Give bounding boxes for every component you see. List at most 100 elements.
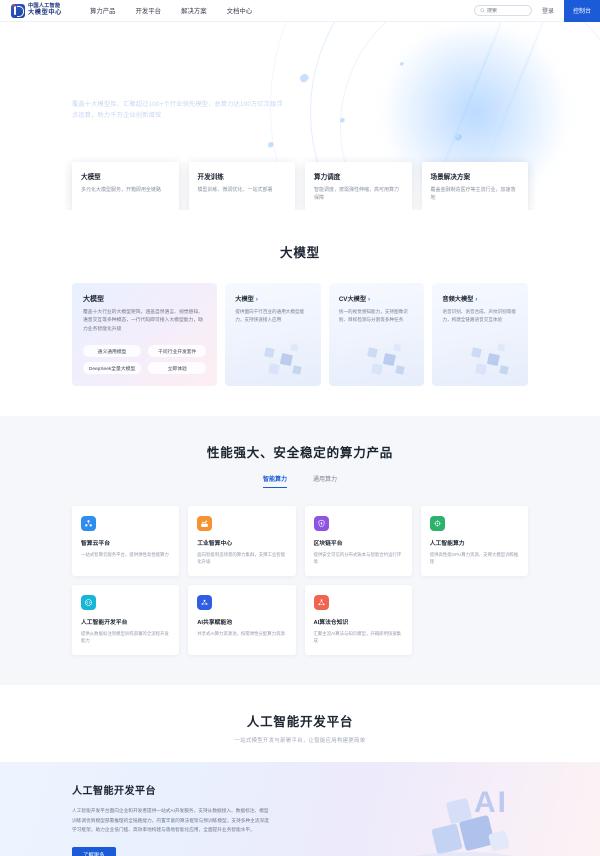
hero-card-title: 场景解决方案	[430, 174, 471, 181]
hero-title: 人工智能大模型中心	[72, 65, 254, 86]
product-card-6[interactable]: AI算法仓知识 汇聚主流AI算法与知识模型，开箱即用快速集成	[304, 585, 412, 656]
product-title: 人工智能开发平台	[81, 620, 128, 627]
hero-card-0[interactable]: 大模型 多元化大模型服务，开箱即用全链路	[72, 162, 179, 210]
hero-card-desc: 多元化大模型服务，开箱即用全链路	[81, 187, 162, 193]
logo-mark-icon	[11, 3, 25, 18]
product-title: 人工智能算力	[429, 541, 465, 548]
ai-chip-icon	[429, 516, 445, 532]
product-title: AI算法仓知识	[313, 620, 349, 627]
tab-general-compute[interactable]: 通用算力	[313, 474, 337, 488]
product-title: 工业智算中心	[197, 541, 233, 548]
devplatform-panel-desc: 人工智能开发平台面向企业和开发者提供一站式AI开发服务，支持从数据接入、数据标注…	[72, 808, 269, 832]
product-grid: 智算云平台 一站式智算云服务平台，提供弹性高性能算力 工业智算中心 面向智能制造…	[72, 506, 528, 656]
model-card-desc: 语音识别、语音合成、声纹识别等能力，构建全链路语音交互体验	[442, 309, 516, 323]
model-card-title: 音频大模型 ›	[442, 296, 478, 303]
hero-card-1[interactable]: 开发训练 模型训练、微调优化、一站式部署	[188, 162, 295, 210]
hero-card-title: 开发训练	[197, 174, 224, 181]
cube-illustration-icon	[367, 343, 405, 375]
models-section-title: 大模型	[280, 246, 320, 260]
devplatform-subtitle: 一站式模型开发与部署平台，让智能应用构建更简单	[234, 738, 366, 745]
hero-subtitle: 覆盖十大模型库、汇聚超过100+个行业领先模型，总算力达100万亿次级浮点运算，…	[72, 101, 283, 120]
model-card-desc: 提供面向千行百业的通用大模型能力，支持快速接入应用	[235, 309, 305, 323]
cube-illustration-icon	[264, 343, 302, 375]
devplatform-section: 人工智能开发平台 一站式模型开发与部署平台，让智能应用构建更简单 AI 人工智能…	[0, 685, 600, 856]
chevron-right-icon: ›	[368, 296, 371, 303]
hero-card-list: 大模型 多元化大模型服务，开箱即用全链路 开发训练 模型训练、微调优化、一站式部…	[72, 162, 528, 210]
logo[interactable]: 中国人工智能 大模型中心	[0, 3, 62, 18]
product-desc: 提供安全可信的分布式账本与智能合约运行环境	[313, 552, 402, 565]
model-pill-3[interactable]: 立即体验	[148, 362, 207, 375]
logo-text: 中国人工智能 大模型中心	[28, 4, 62, 16]
models-grid: 大模型 覆盖十大行业的大模型矩阵，涵盖自然语言、视觉感知、语音交互等多种模态，一…	[72, 283, 528, 387]
product-desc: 汇聚主流AI算法与知识模型，开箱即用快速集成	[313, 631, 402, 644]
shield-chain-icon	[313, 516, 329, 532]
hero-bubble-5	[455, 134, 462, 141]
models-section: 大模型 大模型 覆盖十大行业的大模型矩阵，涵盖自然语言、视觉感知、语音交互等多种…	[0, 210, 600, 387]
logo-line-2: 大模型中心	[28, 8, 62, 16]
chevron-right-icon: ›	[255, 296, 258, 303]
compute-section: 性能强大、安全稳定的算力产品 智能算力 通用算力 智算云平台 一站式智算云服务平…	[0, 416, 600, 686]
nav-item-2[interactable]: 解决方案	[181, 6, 207, 15]
hero-card-desc: 模型训练、微调优化、一站式部署	[197, 187, 273, 193]
product-title: AI共享赋能池	[197, 620, 233, 627]
hero-card-2[interactable]: 算力调度 智能调度，按需弹性伸缩，高可用算力保障	[305, 162, 412, 210]
main-nav: 算力产品 开发平台 解决方案 文档中心	[90, 6, 252, 15]
model-card-title: CV大模型 ›	[338, 296, 371, 303]
product-card-3[interactable]: 人工智能算力 提供高性能GPU算力资源，支撑大模型训练推理	[420, 506, 528, 577]
tab-smart-compute[interactable]: 智能算力	[262, 474, 287, 489]
algorithm-icon	[313, 595, 329, 611]
model-pill-1[interactable]: 千问行业开发套件	[148, 345, 207, 358]
product-card-4[interactable]: 人工智能开发平台 提供从数据标注到模型训练部署的全流程开发能力	[72, 585, 180, 656]
devplatform-body: 人工智能开发平台 人工智能开发平台面向企业和开发者提供一站式AI开发服务，支持从…	[0, 762, 270, 856]
login-link[interactable]: 登录	[542, 6, 554, 15]
nav-item-1[interactable]: 开发平台	[136, 6, 162, 15]
product-card-1[interactable]: 工业智算中心 面向智能制造场景的算力集群，支撑工业智能化升级	[188, 506, 296, 577]
model-main-title: 大模型	[83, 296, 104, 303]
factory-robot-icon	[197, 516, 213, 532]
share-node-icon	[197, 595, 213, 611]
devplatform-panel-title: 人工智能开发平台	[72, 786, 156, 798]
logo-dot-icon	[12, 4, 15, 7]
compute-section-title: 性能强大、安全稳定的算力产品	[206, 446, 394, 461]
learn-more-button[interactable]: 了解更多	[72, 846, 116, 856]
hero-card-desc: 智能调度，按需弹性伸缩，高可用算力保障	[314, 187, 400, 201]
hero-card-title: 大模型	[81, 174, 101, 181]
product-desc: 面向智能制造场景的算力集群，支撑工业智能化升级	[197, 552, 286, 565]
search-box[interactable]	[473, 5, 532, 16]
product-title: 智算云平台	[81, 541, 110, 548]
hero-banner: 人工智能大模型中心 覆盖十大模型库、汇聚超过100+个行业领先模型，总算力达10…	[0, 22, 600, 210]
hero-card-3[interactable]: 场景解决方案 覆盖金融制造医疗等主流行业，加速落地	[421, 162, 528, 210]
product-card-5[interactable]: AI共享赋能池 共享式AI算力资源池，按需弹性分配算力资源	[188, 585, 296, 656]
model-pill-2[interactable]: DeepSeek全量大模型	[83, 362, 142, 375]
model-card-2[interactable]: 音频大模型 › 语音识别、语音合成、声纹识别等能力，构建全链路语音交互体验	[432, 283, 528, 387]
console-button[interactable]: 控制台	[563, 0, 600, 22]
model-pill-list: 通义通用模型 千问行业开发套件 DeepSeek全量大模型 立即体验	[83, 345, 207, 375]
page-root: 中国人工智能 大模型中心 算力产品 开发平台 解决方案 文档中心 登录 控制台	[0, 0, 600, 856]
cube-illustration-icon	[471, 343, 509, 375]
product-desc: 提供从数据标注到模型训练部署的全流程开发能力	[81, 631, 169, 644]
model-card-1[interactable]: CV大模型 › 统一的视觉感知能力，支持图像识别、目标检测与分割等多种任务	[328, 283, 425, 387]
ai-cube-illustration-icon	[417, 798, 511, 856]
search-input[interactable]	[486, 7, 526, 14]
model-card-title: 大模型 ›	[235, 296, 258, 303]
header-actions: 登录 控制台	[473, 0, 600, 22]
hero-content: 人工智能大模型中心 覆盖十大模型库、汇聚超过100+个行业领先模型，总算力达10…	[0, 22, 600, 122]
product-card-2[interactable]: 区块链平台 提供安全可信的分布式账本与智能合约运行环境	[304, 506, 412, 577]
cluster-icon	[81, 516, 96, 532]
search-icon	[480, 8, 485, 13]
nav-item-3[interactable]: 文档中心	[227, 6, 253, 15]
devplatform-title: 人工智能开发平台	[246, 715, 354, 730]
product-desc: 一站式智算云服务平台，提供弹性高性能算力	[81, 552, 169, 558]
model-card-0[interactable]: 大模型 › 提供面向千行百业的通用大模型能力，支持快速接入应用	[225, 283, 321, 387]
model-pill-0[interactable]: 通义通用模型	[83, 345, 142, 358]
product-desc: 提供高性能GPU算力资源，支撑大模型训练推理	[429, 552, 519, 565]
product-card-0[interactable]: 智算云平台 一站式智算云服务平台，提供弹性高性能算力	[72, 506, 180, 577]
product-desc: 共享式AI算力资源池，按需弹性分配算力资源	[197, 631, 285, 637]
compute-tabs: 智能算力 通用算力	[0, 474, 600, 489]
model-main-card[interactable]: 大模型 覆盖十大行业的大模型矩阵，涵盖自然语言、视觉感知、语音交互等多种模态，一…	[72, 283, 218, 387]
model-card-desc: 统一的视觉感知能力，支持图像识别、目标检测与分割等多种任务	[338, 309, 408, 323]
nav-item-0[interactable]: 算力产品	[90, 6, 116, 15]
gear-code-icon	[81, 595, 96, 611]
product-title: 区块链平台	[313, 541, 343, 548]
chevron-right-icon: ›	[475, 296, 478, 303]
